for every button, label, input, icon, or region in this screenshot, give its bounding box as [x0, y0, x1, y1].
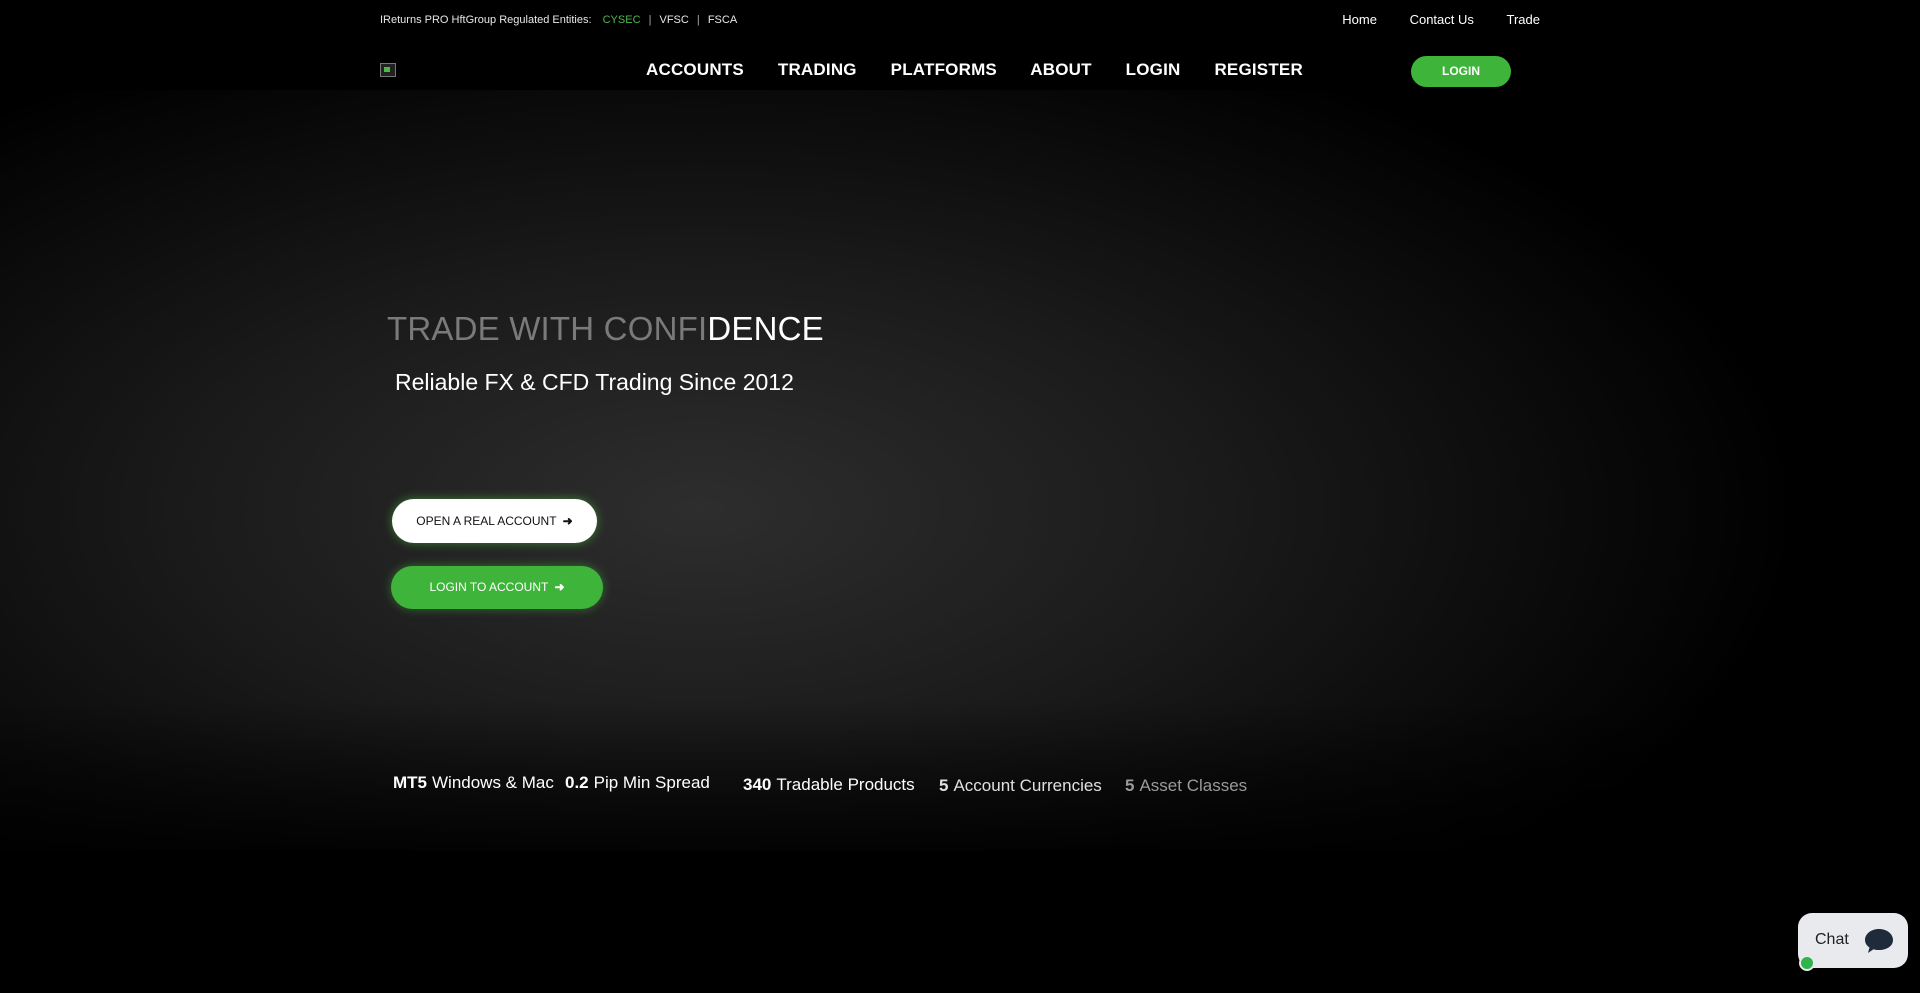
stat-value: 340: [743, 775, 772, 794]
regulator-cysec[interactable]: CYSEC: [603, 14, 641, 26]
stat-value: 5: [939, 776, 949, 795]
nav-item-about[interactable]: ABOUT: [1030, 60, 1091, 79]
top-bar: IReturns PRO HftGroup Regulated Entities…: [380, 12, 1540, 30]
headline-bright: DENCE: [707, 310, 824, 347]
open-real-account-label: OPEN A REAL ACCOUNT: [416, 514, 557, 528]
top-links: Home Contact Us Trade: [1313, 12, 1540, 27]
login-to-account-label: LOGIN TO ACCOUNT: [429, 580, 549, 594]
nav-item-trading[interactable]: TRADING: [778, 60, 857, 79]
chat-bubble-icon: [1865, 929, 1893, 953]
stat-platform: MT5 Windows & Mac: [393, 773, 554, 793]
stat-label: Account Currencies: [953, 776, 1102, 795]
nav-item-platforms[interactable]: PLATFORMS: [891, 60, 997, 79]
stat-currencies: 5 Account Currencies: [939, 776, 1102, 796]
trade-link[interactable]: Trade: [1507, 12, 1540, 27]
arrow-right-icon: ➜: [562, 514, 573, 528]
nav-item-login[interactable]: LOGIN: [1126, 60, 1181, 79]
login-button[interactable]: LOGIN: [1411, 56, 1511, 87]
contact-us-link[interactable]: Contact Us: [1410, 12, 1474, 27]
hero-subline: Reliable FX & CFD Trading Since 2012: [395, 369, 794, 395]
headline-dim: TRADE WITH CONFI: [387, 310, 708, 347]
separator: |: [648, 14, 652, 26]
chat-label: Chat: [1815, 931, 1849, 948]
nav-item-register[interactable]: REGISTER: [1214, 60, 1303, 79]
main-nav: ACCOUNTS TRADING PLATFORMS ABOUT LOGIN R…: [646, 60, 1332, 80]
stat-products: 340 Tradable Products: [743, 775, 915, 795]
stat-label: Asset Classes: [1139, 776, 1248, 795]
login-to-account-button[interactable]: LOGIN TO ACCOUNT ➜: [391, 566, 603, 609]
nav-item-accounts[interactable]: ACCOUNTS: [646, 60, 744, 79]
broken-logo-image-icon[interactable]: [380, 63, 396, 77]
stat-label: Windows & Mac: [432, 773, 554, 792]
stat-label: Tradable Products: [776, 775, 915, 794]
separator: |: [696, 14, 700, 26]
stat-asset-classes: 5 Asset Classes: [1125, 776, 1247, 796]
home-link[interactable]: Home: [1342, 12, 1377, 27]
regulated-entities: IReturns PRO HftGroup Regulated Entities…: [380, 14, 737, 26]
stat-value: MT5: [393, 773, 427, 792]
stat-spread: 0.2 Pip Min Spread: [565, 773, 710, 793]
regulator-vfsc[interactable]: VFSC: [660, 14, 689, 26]
hero-headline: TRADE WITH CONFIDENCE: [387, 310, 824, 348]
regulator-fsca[interactable]: FSCA: [708, 14, 737, 26]
stat-value: 5: [1125, 776, 1135, 795]
stat-label: Pip Min Spread: [593, 773, 710, 792]
open-real-account-button[interactable]: OPEN A REAL ACCOUNT ➜: [392, 499, 597, 543]
online-status-dot: [1799, 955, 1815, 971]
arrow-right-icon: ➜: [554, 580, 565, 594]
entities-label: IReturns PRO HftGroup Regulated Entities…: [380, 14, 592, 26]
stat-value: 0.2: [565, 773, 589, 792]
